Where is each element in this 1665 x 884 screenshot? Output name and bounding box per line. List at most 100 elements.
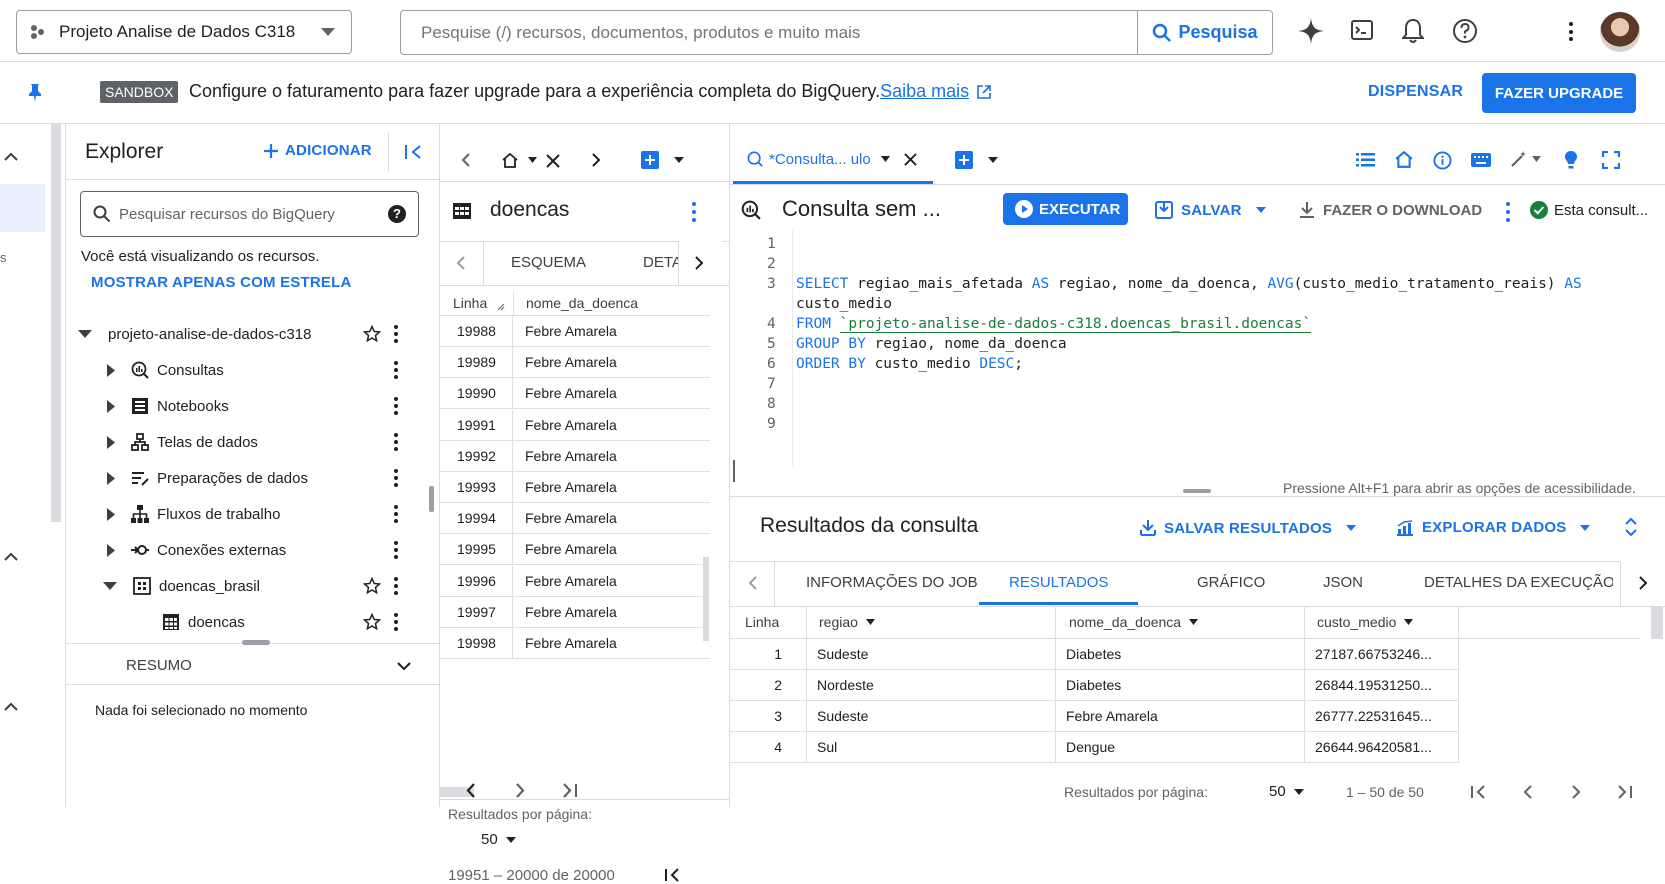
more-options-icon[interactable] bbox=[394, 505, 398, 523]
help-icon[interactable] bbox=[1452, 18, 1478, 44]
download-button[interactable]: FAZER O DOWNLOAD bbox=[1299, 201, 1482, 219]
run-button[interactable]: EXECUTAR bbox=[1003, 193, 1128, 225]
more-options-icon[interactable] bbox=[394, 397, 398, 415]
new-tab-plus-icon[interactable] bbox=[955, 151, 973, 169]
more-options-icon[interactable] bbox=[1506, 202, 1510, 222]
star-icon[interactable] bbox=[363, 325, 381, 343]
close-icon[interactable] bbox=[546, 154, 560, 168]
forward-icon[interactable] bbox=[592, 153, 601, 167]
tree-item-fluxos[interactable]: Fluxos de trabalho bbox=[66, 496, 426, 532]
query-validation-status[interactable]: Esta consult... bbox=[1530, 201, 1648, 219]
learn-more-link[interactable]: Saiba mais bbox=[880, 81, 969, 101]
explorer-scrollbar[interactable] bbox=[429, 486, 434, 512]
save-results-button[interactable]: SALVAR RESULTADOS bbox=[1140, 519, 1357, 537]
gemini-sparkle-icon[interactable] bbox=[1298, 18, 1324, 44]
query-tab[interactable]: *Consulta... ulo bbox=[733, 137, 933, 184]
tree-item-telas[interactable]: Telas de dados bbox=[66, 424, 426, 460]
prev-page-icon[interactable] bbox=[466, 783, 475, 798]
table-row[interactable]: 19991 Febre Amarela bbox=[440, 409, 710, 441]
back-icon[interactable] bbox=[461, 153, 470, 167]
dropdown-arrow-icon[interactable] bbox=[988, 157, 998, 163]
tab-json[interactable]: JSON bbox=[1323, 561, 1363, 605]
table-row[interactable]: 19998 Febre Amarela bbox=[440, 628, 710, 659]
expand-down-icon[interactable] bbox=[103, 581, 117, 591]
more-options-icon[interactable] bbox=[1569, 22, 1573, 41]
list-icon[interactable] bbox=[1356, 152, 1375, 168]
table-row[interactable]: 19990 Febre Amarela bbox=[440, 378, 710, 410]
results-row[interactable]: 2 Nordeste Diabetes 26844.19531250... bbox=[730, 670, 1459, 701]
more-options-icon[interactable] bbox=[394, 613, 398, 631]
search-button[interactable]: Pesquisa bbox=[1137, 11, 1272, 54]
rail-active-item[interactable] bbox=[0, 184, 45, 232]
tab-schema[interactable]: ESQUEMA bbox=[511, 241, 586, 285]
dropdown-arrow-icon[interactable] bbox=[674, 157, 684, 163]
table-row[interactable]: 19997 Febre Amarela bbox=[440, 596, 710, 628]
tree-item-conexoes[interactable]: Conexões externas bbox=[66, 532, 426, 568]
info-icon[interactable] bbox=[1433, 151, 1452, 170]
pin-icon[interactable] bbox=[28, 84, 42, 102]
project-node[interactable]: projeto-analise-de-dados-c318 bbox=[66, 316, 426, 352]
table-row[interactable]: 19989 Febre Amarela bbox=[440, 347, 710, 379]
tab-details[interactable]: DETA bbox=[643, 241, 678, 285]
home-icon[interactable] bbox=[502, 153, 518, 168]
table-row[interactable]: 19996 Febre Amarela bbox=[440, 565, 710, 597]
dataset-node[interactable]: doencas_brasil bbox=[66, 568, 426, 604]
fullscreen-icon[interactable] bbox=[1602, 151, 1620, 169]
rail-scrollbar[interactable] bbox=[51, 124, 61, 522]
tree-item-consultas[interactable]: Consultas bbox=[66, 352, 426, 388]
prev-page-icon[interactable] bbox=[1523, 785, 1532, 799]
more-options-icon[interactable] bbox=[394, 361, 398, 379]
results-row[interactable]: 3 Sudeste Febre Amarela 26777.22531645... bbox=[730, 701, 1459, 732]
expand-right-icon[interactable] bbox=[107, 507, 115, 521]
avatar[interactable] bbox=[1600, 12, 1640, 52]
upgrade-button[interactable]: FAZER UPGRADE bbox=[1482, 73, 1636, 113]
more-options-icon[interactable] bbox=[394, 325, 398, 343]
chevron-up-icon[interactable] bbox=[4, 552, 18, 561]
more-options-icon[interactable] bbox=[394, 433, 398, 451]
dropdown-arrow-icon[interactable] bbox=[528, 157, 537, 163]
table-node[interactable]: doencas bbox=[66, 604, 426, 640]
notifications-bell-icon[interactable] bbox=[1402, 18, 1424, 44]
next-page-icon[interactable] bbox=[516, 783, 525, 798]
chevron-up-icon[interactable] bbox=[4, 152, 18, 161]
per-page-select[interactable]: 50 bbox=[481, 831, 516, 848]
table-row[interactable]: 19993 Febre Amarela bbox=[440, 472, 710, 503]
chevron-up-icon[interactable] bbox=[4, 702, 18, 711]
col-header-custo[interactable]: custo_medio bbox=[1317, 614, 1414, 630]
expand-right-icon[interactable] bbox=[107, 435, 115, 449]
home-icon[interactable] bbox=[1395, 151, 1413, 168]
tree-item-preparacoes[interactable]: Preparações de dados bbox=[66, 460, 426, 496]
more-options-icon[interactable] bbox=[394, 469, 398, 487]
results-row[interactable]: 4 Sul Dengue 26644.96420581... bbox=[730, 732, 1459, 763]
tab-scroll-right[interactable] bbox=[678, 241, 722, 285]
keyboard-icon[interactable] bbox=[1471, 153, 1491, 167]
explore-data-button[interactable]: EXPLORAR DADOS bbox=[1396, 519, 1591, 536]
results-row[interactable]: 1 Sudeste Diabetes 27187.66753246... bbox=[730, 639, 1459, 670]
editor-v-scrollbar[interactable] bbox=[733, 460, 735, 482]
last-page-icon[interactable] bbox=[1618, 785, 1633, 799]
tab-results[interactable]: RESULTADOS bbox=[979, 561, 1139, 605]
dismiss-button[interactable]: DISPENSAR bbox=[1368, 83, 1463, 101]
save-button[interactable]: SALVAR bbox=[1155, 201, 1266, 219]
lightbulb-icon[interactable] bbox=[1564, 150, 1578, 170]
table-row[interactable]: 19995 Febre Amarela bbox=[440, 534, 710, 566]
resize-grip-icon[interactable] bbox=[497, 303, 505, 311]
tab-chart[interactable]: GRÁFICO bbox=[1197, 561, 1265, 605]
more-options-icon[interactable] bbox=[394, 541, 398, 559]
explorer-search[interactable]: Pesquisar recursos do BigQuery ? bbox=[80, 191, 419, 237]
editor-h-scrollbar[interactable] bbox=[1183, 489, 1211, 493]
new-tab-plus-icon[interactable] bbox=[641, 151, 659, 169]
magic-wand-icon[interactable] bbox=[1510, 150, 1528, 168]
add-button[interactable]: ADICIONAR bbox=[263, 142, 372, 159]
table-row[interactable]: 19994 Febre Amarela bbox=[440, 503, 710, 535]
collapse-panel-icon[interactable] bbox=[404, 144, 422, 160]
tab-job-info[interactable]: INFORMAÇÕES DO JOB bbox=[806, 561, 978, 605]
expand-right-icon[interactable] bbox=[107, 471, 115, 485]
last-page-icon[interactable] bbox=[563, 783, 578, 798]
table-row[interactable]: 19992 Febre Amarela bbox=[440, 440, 710, 472]
next-page-icon[interactable] bbox=[1572, 785, 1581, 799]
expand-right-icon[interactable] bbox=[107, 399, 115, 413]
expand-right-icon[interactable] bbox=[107, 363, 115, 377]
grid-scrollbar[interactable] bbox=[703, 557, 709, 641]
star-icon[interactable] bbox=[363, 577, 381, 595]
